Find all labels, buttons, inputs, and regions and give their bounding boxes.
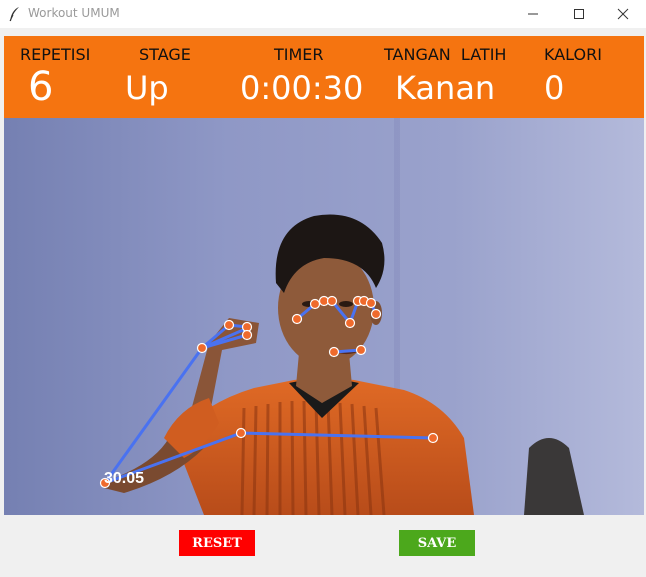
person-eye-right <box>339 301 353 307</box>
stage-value: Up <box>125 69 169 107</box>
close-icon <box>617 5 629 24</box>
kalori-label: KALORI <box>544 45 602 64</box>
camera-frame: 30.05 <box>4 118 644 515</box>
timer-value: 0:00:30 <box>240 69 364 107</box>
close-button[interactable] <box>600 0 646 28</box>
stats-bar: REPETISI STAGE TIMER TANGAN LATIH KALORI… <box>4 36 644 118</box>
feather-icon <box>8 6 22 22</box>
tangan-latih-label: TANGAN LATIH <box>384 45 507 64</box>
repetisi-label: REPETISI <box>20 45 91 64</box>
reset-button[interactable]: RESET <box>179 530 255 556</box>
maximize-button[interactable] <box>556 0 602 28</box>
title-bar[interactable]: Workout UMUM <box>0 0 646 28</box>
tangan-latih-value: Kanan <box>395 69 496 107</box>
repetisi-value: 6 <box>28 64 54 110</box>
window-title: Workout UMUM <box>28 6 120 20</box>
timer-label: TIMER <box>274 45 324 64</box>
app-window: Workout UMUM REPETISI STAGE TIMER TANGAN… <box>0 0 646 577</box>
minimize-icon <box>527 5 539 24</box>
kalori-value: 0 <box>544 69 565 107</box>
minimize-button[interactable] <box>510 0 556 28</box>
stage-label: STAGE <box>139 45 191 64</box>
angle-overlay-text: 30.05 <box>104 470 144 487</box>
save-button[interactable]: SAVE <box>399 530 475 556</box>
camera-feed: 30.05 <box>4 118 644 515</box>
maximize-icon <box>573 5 585 24</box>
